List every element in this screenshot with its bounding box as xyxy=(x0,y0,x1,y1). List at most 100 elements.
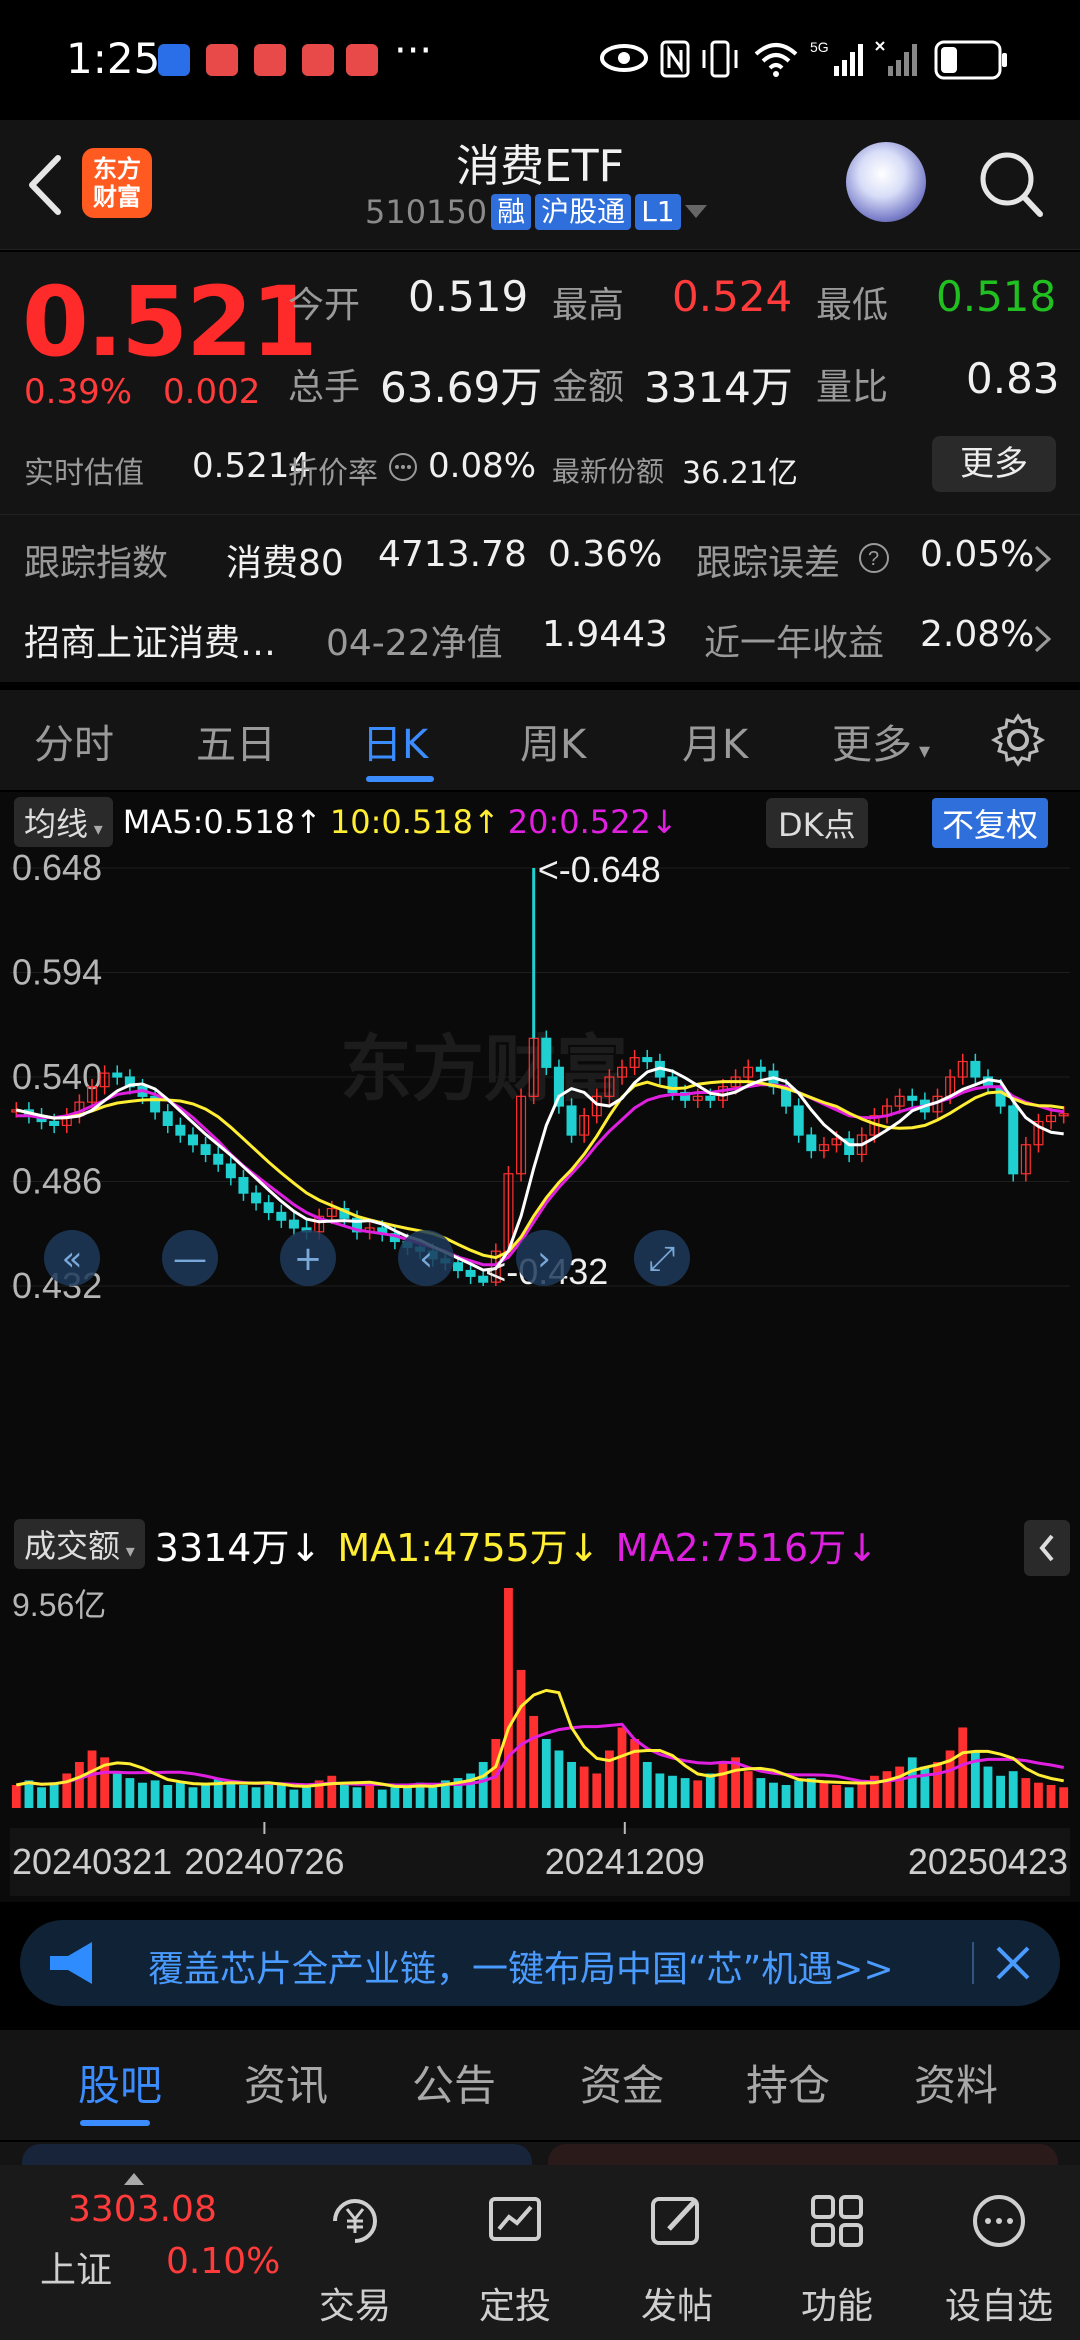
collapse-panel-button[interactable] xyxy=(1024,1520,1070,1576)
security-subtitle[interactable]: 510150 融 沪股通 L1 xyxy=(365,192,707,232)
tab-weekly-k[interactable]: 周K xyxy=(520,712,586,770)
indicator-select[interactable]: 均线 ▾ xyxy=(14,797,113,847)
tab-forum[interactable]: 股吧 xyxy=(78,2052,162,2113)
tab-news[interactable]: 资讯 xyxy=(244,2052,328,2113)
tracking-index-value: 4713.78 xyxy=(378,534,527,575)
volume-bar xyxy=(630,1738,640,1808)
tracking-index-change: 0.36% xyxy=(548,534,663,575)
nav-post-label: 发帖 xyxy=(640,2286,713,2327)
dk-point-button[interactable]: DK点 xyxy=(766,798,868,848)
y-tick-label: 0.486 xyxy=(12,1161,102,1202)
tab-holdings[interactable]: 持仓 xyxy=(746,2052,830,2113)
candle-body xyxy=(452,1262,463,1272)
volume-bar xyxy=(226,1780,236,1808)
volume-bar xyxy=(592,1773,602,1808)
nav-invest-label: 定投 xyxy=(478,2286,551,2327)
ad-banner[interactable]: 覆盖芯片全产业链，一键布局中国“芯”机遇>> xyxy=(20,1920,1060,2006)
x-tick-label: 20240321 xyxy=(12,1841,172,1882)
caret-up-icon xyxy=(124,2173,144,2185)
volume-bar xyxy=(49,1782,59,1808)
tab-more[interactable]: 更多 ▾ xyxy=(832,712,930,770)
y-tick-label: 0.594 xyxy=(12,952,102,993)
tab-announcements[interactable]: 公告 xyxy=(412,2052,496,2113)
volume-bar xyxy=(554,1750,564,1808)
volume-bar xyxy=(302,1787,311,1808)
tab-monthly-k[interactable]: 月K xyxy=(682,712,748,770)
yield-label: 近一年收益 xyxy=(704,623,885,664)
volume-bar xyxy=(541,1738,551,1808)
rewind-icon-glyph: « xyxy=(62,1239,83,1279)
tab-daily-k[interactable]: 日K xyxy=(362,712,428,770)
kline-chart[interactable]: 0.6480.5940.5400.4860.432东方财富<-0.648<-0.… xyxy=(10,854,1070,1304)
volume-bar xyxy=(175,1782,185,1808)
more-button[interactable]: 更多 xyxy=(932,436,1056,492)
chevron-right-icon[interactable] xyxy=(1032,544,1054,574)
candle-body xyxy=(276,1211,287,1221)
volume-bar xyxy=(478,1761,488,1808)
tab-five-day[interactable]: 五日 xyxy=(196,712,276,770)
volume-bar xyxy=(1008,1771,1018,1808)
search-icon[interactable] xyxy=(976,146,1046,222)
title-bar: 东方财富 消费ETF 510150 融 沪股通 L1 xyxy=(0,120,1080,250)
ma20-value: 20:0.522↓ xyxy=(507,803,678,841)
volume-bar xyxy=(920,1766,930,1808)
volume-ma2: MA2:7516万↓ xyxy=(615,1525,878,1570)
volume-bar xyxy=(642,1761,652,1808)
volume-bar xyxy=(933,1761,942,1808)
x-tick-label: 20241209 xyxy=(545,1841,705,1882)
tracking-index-name[interactable]: 消费80 xyxy=(226,534,344,586)
volume-indicator-select[interactable]: 成交额 ▾ xyxy=(14,1519,145,1569)
battery-icon xyxy=(934,40,1007,80)
signal-icon xyxy=(875,41,917,76)
volume-bar xyxy=(529,1715,539,1808)
candle-body xyxy=(642,1057,653,1063)
gear-icon[interactable] xyxy=(990,712,1046,768)
indicator-select-label: 均线 xyxy=(24,805,89,843)
assistant-robot-icon[interactable] xyxy=(846,142,926,222)
volume-bar xyxy=(794,1780,804,1808)
tab-profile[interactable]: 资料 xyxy=(914,2052,998,2113)
volume-bar xyxy=(806,1778,816,1808)
volume-bar xyxy=(1021,1778,1031,1808)
tag-margin: 融 xyxy=(491,194,532,230)
candle-body xyxy=(49,1120,60,1126)
high-value: 0.524 xyxy=(672,272,793,321)
megaphone-icon xyxy=(50,1942,92,1984)
tab-intraday[interactable]: 分时 xyxy=(34,712,114,770)
help-icon[interactable]: ? xyxy=(858,542,890,574)
volume-bar xyxy=(907,1757,917,1808)
tab-funds[interactable]: 资金 xyxy=(580,2052,664,2113)
volume-chart[interactable]: 9.56亿 xyxy=(10,1582,1070,1822)
volume-bar xyxy=(188,1787,198,1808)
close-icon[interactable] xyxy=(992,1942,1034,1984)
info-dots-icon[interactable] xyxy=(388,452,418,482)
volume-bar xyxy=(11,1784,21,1808)
kline-chart-panel[interactable]: 均线 ▾ MA5:0.518↑ 10:0.518↑ 20:0.522↓ DK点 … xyxy=(0,792,1080,1902)
zoom-in-icon-glyph: + xyxy=(294,1239,323,1279)
adjust-button[interactable]: 不复权 xyxy=(932,798,1049,848)
candle-body xyxy=(566,1105,577,1136)
premium-label: 折价率 xyxy=(288,456,378,491)
volume-bar xyxy=(403,1784,412,1808)
volume-ma1: MA1:4755万↓ xyxy=(337,1525,600,1570)
volume-bar xyxy=(655,1773,665,1808)
premium-value: 0.08% xyxy=(428,446,537,486)
volume-bar xyxy=(769,1782,778,1808)
volume-bar xyxy=(74,1761,84,1808)
app-notification-icon xyxy=(302,44,334,76)
nav-value: 1.9443 xyxy=(542,614,668,655)
chevron-right-icon[interactable] xyxy=(1032,624,1054,654)
volume-current: 3314万↓ xyxy=(154,1525,322,1570)
chart-board-icon xyxy=(489,2197,541,2241)
dropdown-caret-icon[interactable] xyxy=(684,205,707,219)
candle-body xyxy=(907,1095,918,1101)
huawei-icon xyxy=(346,44,378,76)
candle-body xyxy=(705,1095,716,1101)
change-percent: 0.39% xyxy=(24,372,133,412)
volume-value: 63.69万 xyxy=(380,363,543,412)
nav-label: 04-22净值 xyxy=(326,623,503,664)
status-bar: 1:25 ··· 5G xyxy=(0,0,1080,120)
fund-name[interactable]: 招商上证消费… xyxy=(24,614,276,666)
volume-bar xyxy=(276,1784,286,1808)
market-index-widget[interactable]: 3303.08 上证 0.10% xyxy=(0,2165,280,2340)
